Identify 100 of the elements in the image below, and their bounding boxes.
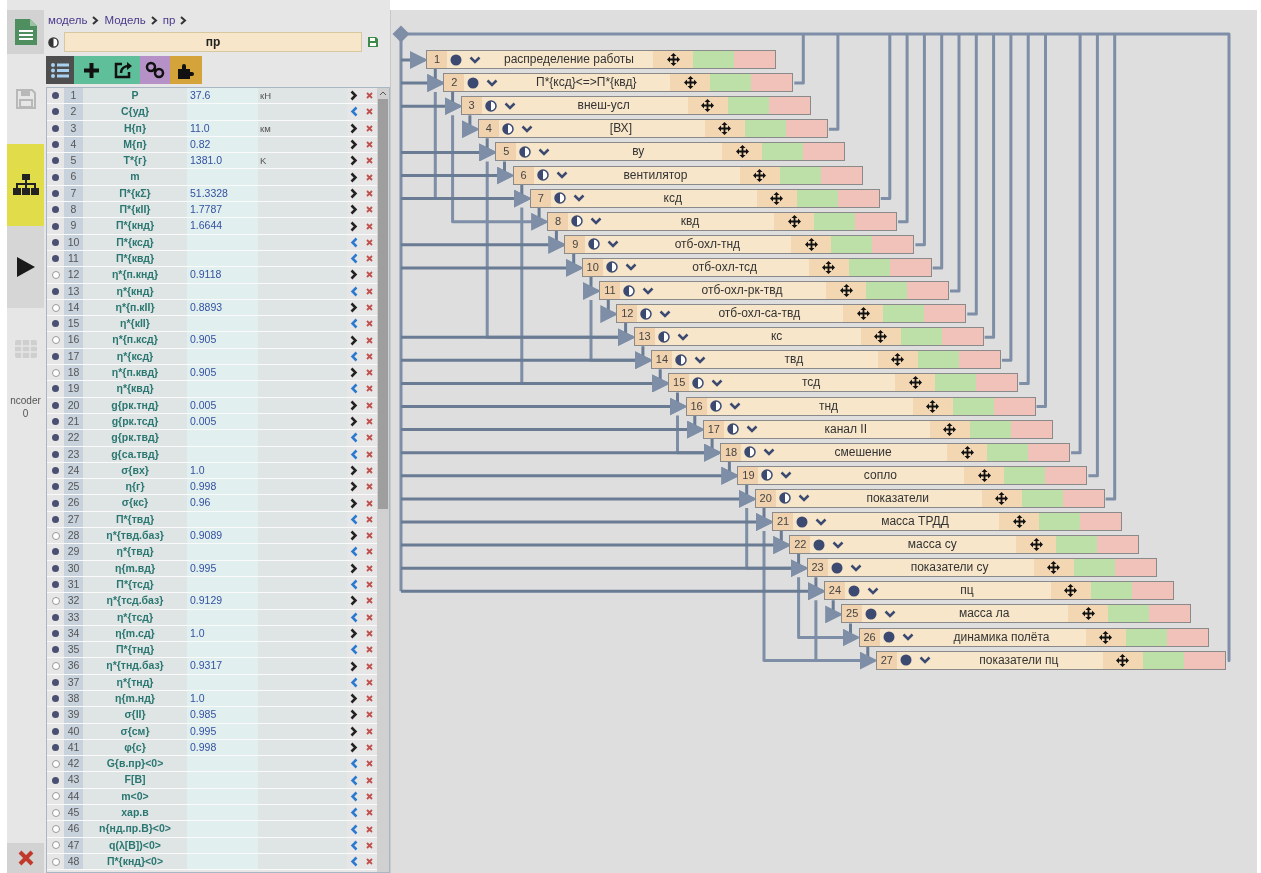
delete-icon[interactable] — [365, 304, 373, 311]
breadcrumb-link[interactable]: модель — [48, 14, 88, 26]
output-port[interactable] — [969, 420, 1011, 438]
component-button[interactable] — [170, 56, 202, 84]
chevron-right-icon[interactable] — [350, 660, 358, 672]
block-node[interactable]: 20 показатели — [754, 488, 1105, 508]
delete-icon[interactable] — [365, 597, 373, 605]
input-port[interactable] — [872, 235, 914, 253]
status-dot[interactable] — [52, 385, 59, 393]
value-cell[interactable] — [187, 430, 258, 446]
input-port[interactable] — [958, 351, 1000, 369]
move-icon[interactable] — [822, 260, 836, 274]
delete-icon[interactable] — [365, 483, 373, 491]
filled-circle-icon[interactable] — [847, 584, 860, 597]
chevron-left-icon[interactable] — [350, 758, 358, 770]
chevron-left-icon[interactable] — [350, 839, 358, 851]
chevron-right-icon[interactable] — [350, 399, 358, 411]
block-node[interactable]: 18 смешение — [720, 442, 1071, 462]
chevron-left-icon[interactable] — [350, 253, 358, 265]
chevron-right-icon[interactable] — [350, 302, 358, 313]
chevron-right-icon[interactable] — [350, 530, 358, 542]
status-dot[interactable] — [51, 270, 60, 279]
status-dot[interactable] — [51, 303, 60, 312]
status-dot[interactable] — [51, 596, 60, 605]
input-port[interactable] — [1097, 536, 1139, 554]
output-port[interactable] — [710, 74, 752, 92]
delete-icon[interactable] — [365, 744, 373, 751]
input-port[interactable] — [820, 166, 862, 184]
chevron-down-icon[interactable] — [711, 378, 724, 387]
status-dot[interactable] — [52, 255, 59, 263]
filled-circle-icon[interactable] — [450, 53, 462, 66]
delete-icon[interactable] — [365, 222, 373, 230]
block-node[interactable]: 23 показатели су — [806, 558, 1157, 578]
output-port[interactable] — [796, 189, 838, 207]
status-dot[interactable] — [52, 629, 59, 637]
block-node[interactable]: 19 сопло — [737, 465, 1088, 485]
status-dot[interactable] — [52, 466, 59, 474]
chevron-left-icon[interactable] — [350, 106, 358, 118]
delete-icon[interactable] — [365, 841, 373, 849]
chevron-down-icon[interactable] — [555, 171, 568, 179]
chevron-right-icon[interactable] — [350, 595, 358, 607]
value-cell[interactable]: 0.9089 — [187, 528, 258, 544]
input-port[interactable] — [803, 143, 845, 161]
block-node[interactable]: 27 показатели пц — [875, 650, 1226, 670]
breadcrumb-link[interactable]: Модель — [104, 14, 146, 26]
delete-icon[interactable] — [365, 776, 373, 784]
move-icon[interactable] — [1047, 561, 1061, 575]
block-node[interactable]: 26 динамика полёта — [858, 627, 1209, 647]
block-node[interactable]: 12 отб-охл-са-твд — [616, 304, 967, 324]
status-dot[interactable] — [51, 808, 60, 817]
status-dot[interactable] — [52, 108, 59, 116]
status-dot[interactable] — [52, 206, 59, 214]
chevron-left-icon[interactable] — [350, 644, 358, 656]
run-button[interactable] — [7, 226, 44, 308]
status-dot[interactable] — [52, 238, 59, 246]
output-port[interactable] — [900, 328, 942, 346]
chevron-left-icon[interactable] — [350, 285, 358, 297]
input-port[interactable] — [941, 328, 983, 346]
delete-icon[interactable] — [365, 255, 373, 263]
save-icon[interactable] — [367, 36, 379, 48]
value-cell[interactable]: 0.96 — [187, 495, 258, 511]
delete-icon[interactable] — [365, 548, 373, 556]
delete-icon[interactable] — [365, 678, 373, 686]
input-port[interactable] — [751, 74, 793, 92]
input-port[interactable] — [785, 120, 827, 138]
status-dot[interactable] — [51, 759, 60, 768]
status-dot[interactable] — [52, 515, 59, 523]
input-port[interactable] — [1045, 466, 1087, 484]
chevron-right-icon[interactable] — [350, 139, 358, 151]
value-cell[interactable] — [187, 381, 258, 397]
chevron-down-icon[interactable] — [590, 217, 603, 226]
delete-icon[interactable] — [365, 418, 373, 426]
value-cell[interactable] — [187, 544, 258, 560]
block-node[interactable]: 4 [ВХ] — [477, 119, 828, 139]
delete-icon[interactable] — [365, 369, 373, 377]
input-port[interactable] — [1010, 420, 1052, 438]
chevron-down-icon[interactable] — [832, 540, 845, 549]
status-dot[interactable] — [52, 483, 59, 491]
input-port[interactable] — [1080, 513, 1121, 530]
value-cell[interactable]: 0.9129 — [187, 593, 258, 609]
chevron-left-icon[interactable] — [350, 823, 358, 835]
value-cell[interactable]: 1381.0 — [187, 153, 258, 169]
chevron-left-icon[interactable] — [350, 318, 358, 330]
delete-icon[interactable] — [365, 173, 373, 181]
delete-icon[interactable] — [365, 466, 373, 474]
move-icon[interactable] — [683, 76, 697, 90]
chevron-right-icon[interactable] — [350, 220, 358, 232]
block-node[interactable]: 16 тнд — [685, 396, 1036, 416]
chevron-left-icon[interactable] — [350, 513, 358, 525]
value-cell[interactable] — [187, 642, 258, 658]
delete-icon[interactable] — [365, 336, 373, 344]
status-dot[interactable] — [52, 434, 59, 442]
move-icon[interactable] — [753, 168, 766, 182]
chevron-right-icon[interactable] — [350, 464, 358, 476]
delete-icon[interactable] — [365, 564, 373, 572]
block-node[interactable]: 17 канал II — [702, 419, 1053, 439]
status-dot[interactable] — [52, 744, 59, 751]
chevron-right-icon[interactable] — [350, 497, 358, 509]
filled-circle-icon[interactable] — [830, 561, 843, 574]
value-cell[interactable]: 0.998 — [187, 479, 258, 495]
